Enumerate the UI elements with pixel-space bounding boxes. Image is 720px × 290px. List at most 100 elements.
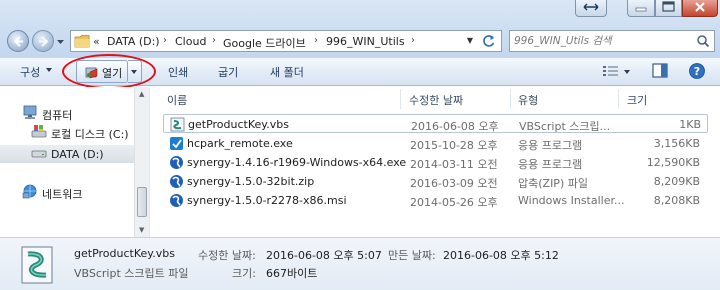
file-row[interactable]: synergy-1.5.0-32bit.zip 2016-03-09 오전 ..… bbox=[163, 172, 708, 191]
search-input[interactable] bbox=[514, 32, 694, 50]
burn-button[interactable]: 굽기 bbox=[218, 64, 238, 80]
detail-modified-label: 수정한 날짜: bbox=[198, 249, 256, 262]
nav-label-computer: 컴퓨터 bbox=[42, 109, 73, 122]
nav-label-local-disk: 로컬 디스크 (C:) bbox=[51, 128, 129, 141]
drive-icon bbox=[31, 150, 47, 158]
file-row[interactable]: hcpark_remote.exe 2015-10-28 오후 ... 응용 프… bbox=[163, 134, 708, 153]
nav-item-computer[interactable]: 컴퓨터 bbox=[0, 104, 134, 122]
file-name: hcpark_remote.exe bbox=[187, 137, 293, 150]
resize-arrows-icon bbox=[583, 3, 599, 11]
file-type: 응용 프로그램 bbox=[518, 139, 583, 152]
address-dropdown-icon[interactable]: ▼ bbox=[463, 33, 477, 49]
local-disk-icon bbox=[31, 125, 47, 138]
breadcrumb-item-data-drive[interactable]: DATA (D:) bbox=[107, 35, 160, 48]
synergy-icon bbox=[170, 175, 183, 188]
breadcrumb-item-cloud[interactable]: Cloud bbox=[175, 35, 206, 48]
breadcrumb-separator-icon[interactable]: › bbox=[314, 35, 318, 46]
file-size: 3,156KB bbox=[653, 137, 700, 150]
breadcrumb-item-google-drive[interactable]: Google 드라이브 bbox=[223, 35, 306, 51]
file-type: 응용 프로그램 bbox=[518, 158, 583, 171]
search-icon[interactable] bbox=[696, 34, 710, 48]
command-bar: 구성 열기 인쇄 굽기 새 폴더 ? bbox=[0, 58, 720, 86]
new-folder-button[interactable]: 새 폴더 bbox=[270, 64, 304, 80]
file-size: 8,209KB bbox=[653, 175, 700, 188]
file-list: 이름 수정한 날짜 유형 크기 getProductKey.vbs 2016-0… bbox=[155, 87, 720, 237]
column-header-type[interactable]: 유형 bbox=[518, 92, 538, 108]
nav-item-network[interactable]: 네트워크 bbox=[0, 183, 134, 201]
column-divider[interactable] bbox=[400, 89, 401, 109]
breadcrumb-overflow-chevron[interactable]: « bbox=[93, 35, 100, 48]
open-dropdown-icon bbox=[131, 70, 137, 74]
nav-item-local-disk[interactable]: 로컬 디스크 (C:) bbox=[0, 123, 134, 141]
detail-created-value: 2016-06-08 오후 5:12 bbox=[443, 249, 559, 262]
nav-item-data-drive[interactable]: DATA (D:) bbox=[0, 145, 134, 163]
column-divider[interactable] bbox=[510, 89, 511, 109]
nav-label-data-drive: DATA (D:) bbox=[51, 148, 104, 161]
file-name: synergy-1.5.0-r2278-x86.msi bbox=[187, 194, 347, 207]
navigation-pane: 컴퓨터 로컬 디스크 (C:) DATA (D:) 네트워크 ▲ ▼ bbox=[0, 87, 149, 237]
nav-label-network: 네트워크 bbox=[42, 188, 83, 201]
column-header-date[interactable]: 수정한 날짜 bbox=[409, 92, 463, 108]
preview-pane-icon[interactable] bbox=[652, 63, 668, 78]
back-button[interactable] bbox=[7, 30, 29, 52]
breadcrumb-separator-icon[interactable]: › bbox=[163, 35, 167, 46]
column-header-row: 이름 수정한 날짜 유형 크기 bbox=[155, 87, 720, 111]
scroll-up-icon[interactable]: ▲ bbox=[139, 90, 144, 98]
details-pane: getProductKey.vbs VBScript 스크립트 파일 수정한 날… bbox=[0, 237, 720, 290]
folder-icon bbox=[74, 35, 90, 48]
forward-arrow-icon bbox=[39, 36, 49, 47]
file-row[interactable]: getProductKey.vbs 2016-06-08 오후 ... VBSc… bbox=[163, 114, 708, 133]
nav-scrollbar[interactable]: ▲ ▼ bbox=[134, 87, 149, 237]
detail-size-label: 크기: bbox=[232, 267, 256, 280]
detail-size-value: 667바이트 bbox=[266, 267, 318, 280]
file-name: synergy-1.5.0-32bit.zip bbox=[187, 175, 315, 188]
file-date: 2016-03-09 오전 ... bbox=[410, 177, 500, 190]
open-button[interactable]: 열기 bbox=[76, 60, 128, 83]
breadcrumb[interactable]: « DATA (D:) › Cloud › Google 드라이브 › 996_… bbox=[70, 30, 502, 52]
help-icon[interactable]: ? bbox=[688, 62, 706, 80]
detail-modified-value: 2016-06-08 오후 5:07 bbox=[266, 249, 382, 262]
search-box[interactable] bbox=[509, 30, 715, 52]
change-view-icon[interactable] bbox=[602, 64, 620, 78]
vbs-script-icon bbox=[21, 246, 53, 284]
column-header-name[interactable]: 이름 bbox=[167, 92, 187, 108]
organize-button[interactable]: 구성 bbox=[20, 64, 40, 80]
detail-file-name: getProductKey.vbs bbox=[74, 247, 175, 260]
recent-pages-dropdown-icon[interactable] bbox=[56, 38, 65, 46]
exe-icon bbox=[170, 137, 183, 150]
resize-button[interactable] bbox=[575, 0, 607, 17]
breadcrumb-separator-icon[interactable]: › bbox=[212, 35, 216, 46]
minimize-button[interactable] bbox=[627, 0, 655, 17]
synergy-icon bbox=[170, 194, 183, 207]
maximize-button[interactable] bbox=[655, 0, 682, 17]
column-header-size[interactable]: 크기 bbox=[627, 92, 647, 108]
breadcrumb-separator-icon[interactable]: › bbox=[411, 35, 415, 46]
minimize-icon bbox=[635, 7, 647, 12]
svg-text:?: ? bbox=[694, 65, 700, 78]
file-size: 12,590KB bbox=[646, 156, 700, 169]
close-button[interactable] bbox=[682, 0, 718, 17]
file-row[interactable]: synergy-1.4.16-r1969-Windows-x64.exe 201… bbox=[163, 153, 708, 172]
detail-file-type: VBScript 스크립트 파일 bbox=[74, 267, 189, 280]
refresh-icon[interactable] bbox=[480, 33, 498, 49]
nav-scrollbar-thumb[interactable] bbox=[137, 187, 147, 217]
file-type: 압축(ZIP) 파일 bbox=[518, 177, 588, 190]
column-divider[interactable] bbox=[618, 89, 619, 109]
organize-dropdown-icon[interactable] bbox=[46, 68, 52, 72]
scroll-down-icon[interactable]: ▼ bbox=[139, 226, 144, 234]
file-date: 2014-03-11 오전 ... bbox=[410, 158, 500, 171]
forward-button[interactable] bbox=[32, 30, 54, 52]
breadcrumb-item-utils-folder[interactable]: 996_WIN_Utils bbox=[326, 35, 405, 48]
file-date: 2016-06-08 오후 ... bbox=[411, 120, 501, 133]
detail-created-label: 만든 날짜: bbox=[388, 249, 436, 262]
print-button[interactable]: 인쇄 bbox=[168, 64, 188, 80]
open-dropdown-button[interactable] bbox=[128, 60, 142, 83]
open-button-label: 열기 bbox=[102, 67, 123, 80]
file-row[interactable]: synergy-1.5.0-r2278-x86.msi 2014-05-26 오… bbox=[163, 191, 708, 210]
back-arrow-icon bbox=[13, 36, 23, 47]
file-size: 1KB bbox=[679, 118, 701, 131]
computer-icon bbox=[23, 105, 37, 119]
view-dropdown-icon[interactable] bbox=[624, 70, 630, 74]
synergy-icon bbox=[170, 156, 183, 169]
network-icon bbox=[22, 184, 37, 199]
